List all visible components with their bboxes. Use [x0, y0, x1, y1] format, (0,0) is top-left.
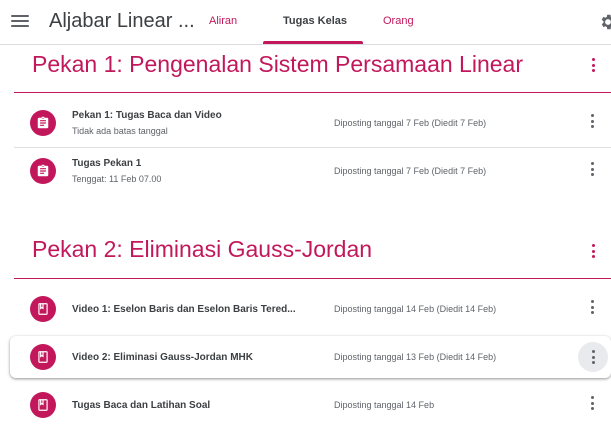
assignment-icon	[30, 158, 56, 184]
item-posted-date: Diposting tanggal 14 Feb (Diedit 14 Feb)	[334, 304, 497, 314]
topic-title-week-1: Pekan 1: Pengenalan Sistem Persamaan Lin…	[32, 51, 523, 77]
item-title: Video 2: Eliminasi Gauss-Jordan MHK	[72, 352, 253, 363]
tab-stream[interactable]: Aliran	[209, 15, 237, 27]
more-options-icon[interactable]	[588, 162, 596, 182]
item-title: Pekan 1: Tugas Baca dan Video	[72, 110, 222, 121]
item-title: Tugas Baca dan Latihan Soal	[72, 400, 211, 411]
top-bar-divider	[0, 44, 611, 45]
top-app-bar: Aljabar Linear ... Aliran Tugas Kelas Or…	[0, 0, 611, 44]
class-title[interactable]: Aljabar Linear ...	[49, 10, 195, 33]
item-title: Tugas Pekan 1	[72, 158, 142, 169]
tab-people[interactable]: Orang	[383, 15, 414, 27]
material-icon	[30, 392, 56, 418]
topic-2-divider	[14, 278, 611, 279]
classwork-item-hovered[interactable]: Video 2: Eliminasi Gauss-Jordan MHK Dipo…	[10, 336, 611, 378]
settings-gear-icon[interactable]	[598, 12, 611, 32]
item-posted-date: Diposting tanggal 13 Feb (Diedit 14 Feb)	[334, 352, 497, 362]
topic-1-divider	[14, 92, 611, 93]
item-due-date: Tidak ada batas tanggal	[72, 126, 168, 136]
hamburger-menu-icon[interactable]	[11, 12, 29, 30]
material-icon	[30, 296, 56, 322]
more-options-icon[interactable]	[588, 114, 596, 134]
classwork-item[interactable]: Tugas Baca dan Latihan Soal Diposting ta…	[14, 384, 611, 428]
item-posted-date: Diposting tanggal 7 Feb (Diedit 7 Feb)	[334, 118, 487, 128]
classwork-item[interactable]: Pekan 1: Tugas Baca dan Video Tidak ada …	[14, 102, 611, 146]
item-due-date: Tenggat: 11 Feb 07.00	[72, 174, 162, 184]
topic-title-week-2: Pekan 2: Eliminasi Gauss-Jordan	[32, 236, 373, 262]
assignment-icon	[30, 110, 56, 136]
more-options-icon[interactable]	[578, 342, 608, 372]
tab-classwork[interactable]: Tugas Kelas	[283, 15, 347, 27]
topic-1-more-options-icon[interactable]	[590, 55, 596, 75]
material-icon	[30, 344, 56, 370]
item-posted-date: Diposting tanggal 7 Feb (Diedit 7 Feb)	[334, 166, 487, 176]
more-options-icon[interactable]	[588, 396, 596, 416]
classwork-item[interactable]: Video 1: Eselon Baris dan Eselon Baris T…	[14, 288, 611, 332]
item-title: Video 1: Eselon Baris dan Eselon Baris T…	[72, 304, 296, 315]
more-options-icon[interactable]	[588, 300, 596, 320]
topic-2-more-options-icon[interactable]	[590, 241, 596, 261]
item-posted-date: Diposting tanggal 14 Feb	[334, 400, 435, 410]
classwork-item[interactable]: Tugas Pekan 1 Tenggat: 11 Feb 07.00 Dipo…	[14, 150, 611, 194]
row-divider	[14, 147, 611, 148]
